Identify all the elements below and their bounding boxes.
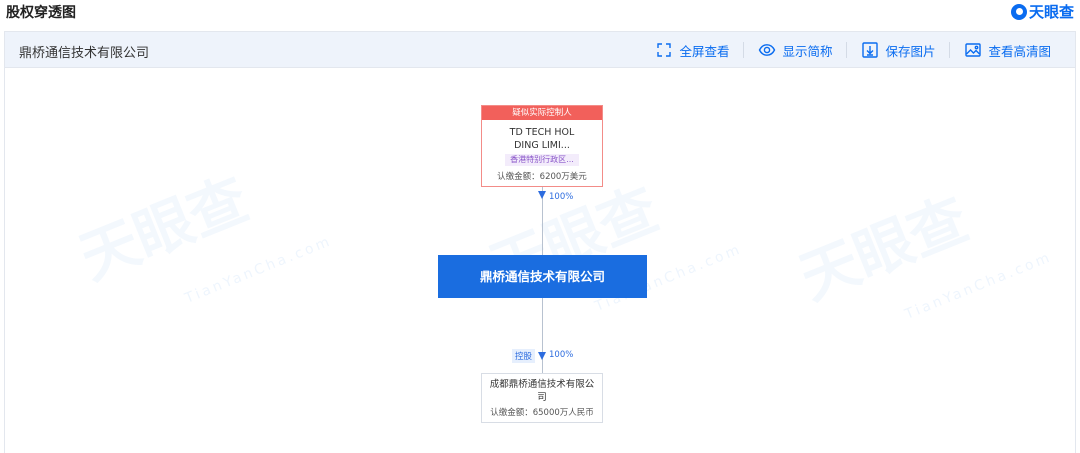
arrow-down-icon [538, 352, 546, 360]
fullscreen-icon [657, 43, 672, 57]
controller-name-line2: DING LIMI... [514, 140, 570, 151]
chart-toolbar: 全屏查看 显示简称 保存图片 查看高清图 [641, 32, 1065, 68]
view-hd-button[interactable]: 查看高清图 [950, 32, 1065, 68]
save-image-label: 保存图片 [885, 43, 936, 59]
connector-line [542, 298, 543, 373]
download-icon [862, 42, 879, 58]
controller-name-line1: TD TECH HOL [509, 127, 575, 138]
brand-logo: 天眼查 [1010, 1, 1074, 22]
subsidiary-node[interactable]: 成都鼎桥通信技术有限公 司 认缴金额：65000万人民币 [481, 373, 603, 423]
brand-name: 天眼查 [1028, 3, 1074, 21]
page-title: 股权穿透图 [6, 5, 76, 21]
equity-chart-panel: 鼎桥通信技术有限公司 全屏查看 显示简称 保存图片 查看高清图 天眼查 Tian… [4, 31, 1076, 453]
show-short-name-button[interactable]: 显示简称 [744, 32, 846, 68]
watermark: 天眼查 [790, 184, 978, 313]
view-hd-label: 查看高清图 [988, 43, 1051, 59]
holding-tag: 控股 [512, 349, 536, 363]
top-bar: 股权穿透图 天眼查 [0, 0, 1080, 24]
show-short-name-label: 显示简称 [782, 43, 833, 59]
image-icon [965, 43, 982, 57]
tianyancha-logo-icon [1010, 3, 1027, 20]
actual-controller-badge: 疑似实际控制人 [482, 106, 602, 120]
subsidiary-name-line2: 司 [537, 392, 547, 403]
panel-header: 鼎桥通信技术有限公司 全屏查看 显示简称 保存图片 查看高清图 [5, 32, 1075, 68]
fullscreen-button[interactable]: 全屏查看 [641, 32, 743, 68]
subsidiary-name-line1: 成都鼎桥通信技术有限公 [489, 379, 595, 390]
fullscreen-label: 全屏查看 [679, 43, 730, 59]
save-image-button[interactable]: 保存图片 [847, 32, 949, 68]
subsidiary-percent: 100% [549, 350, 574, 360]
panel-company-name: 鼎桥通信技术有限公司 [19, 46, 150, 61]
controller-percent: 100% [549, 192, 574, 202]
controller-capital: 认缴金额：6200万美元 [497, 172, 587, 182]
subsidiary-capital: 认缴金额：65000万人民币 [490, 408, 594, 418]
watermark-sub: TianYanCha.com [182, 233, 335, 307]
arrow-down-icon [538, 191, 546, 199]
actual-controller-node[interactable]: 疑似实际控制人 TD TECH HOL DING LIMI... 香港特别行政区… [481, 105, 603, 187]
watermark-sub: TianYanCha.com [902, 249, 1055, 323]
watermark: 天眼查 [70, 164, 258, 293]
eye-icon [759, 44, 776, 56]
main-company-node[interactable]: 鼎桥通信技术有限公司 [438, 255, 647, 298]
region-tag: 香港特别行政区... [505, 154, 579, 166]
